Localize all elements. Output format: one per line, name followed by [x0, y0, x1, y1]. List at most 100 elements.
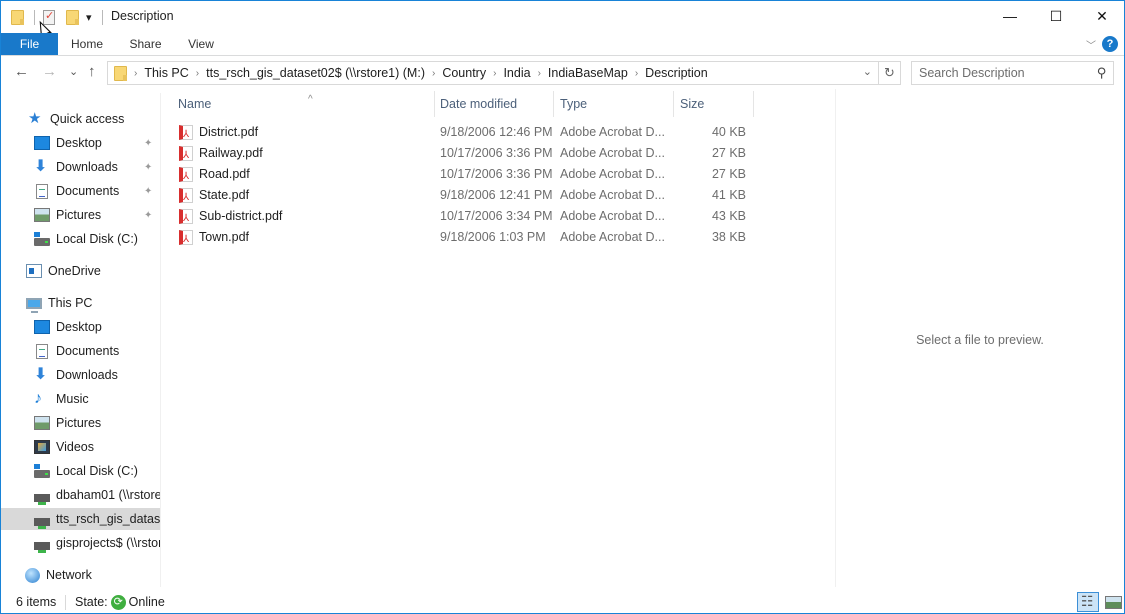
file-row[interactable]: State.pdf 9/18/2006 12:41 PM Adobe Acrob… [162, 185, 762, 208]
file-row[interactable]: Sub-district.pdf 10/17/2006 3:34 PM Adob… [162, 206, 762, 229]
pin-icon[interactable]: ✦ [144, 138, 152, 149]
pdf-file-icon [179, 145, 193, 166]
file-row[interactable]: Town.pdf 9/18/2006 1:03 PM Adobe Acrobat… [162, 227, 762, 250]
file-name: State.pdf [199, 188, 250, 202]
file-row[interactable]: District.pdf 9/18/2006 12:46 PM Adobe Ac… [162, 122, 762, 145]
breadcrumb-this-pc[interactable]: This PC [140, 66, 192, 80]
breadcrumb-india[interactable]: India [499, 66, 534, 80]
file-type: Adobe Acrobat D... [560, 167, 665, 181]
column-header-date-modified[interactable]: Date modified [434, 91, 553, 117]
maximize-button[interactable]: ☐ [1033, 1, 1079, 31]
pictures-icon [34, 208, 50, 222]
pdf-file-icon [179, 208, 193, 229]
sidebar-item-local-disk[interactable]: Local Disk (C:) [1, 228, 160, 250]
sidebar-item-desktop[interactable]: Desktop ✦ [1, 132, 160, 154]
sidebar-item-documents[interactable]: Documents ✦ [1, 180, 160, 202]
sidebar-item-downloads[interactable]: ⬇ Downloads [1, 364, 160, 386]
sidebar-item-this-pc[interactable]: This PC [1, 292, 160, 314]
status-separator [65, 595, 66, 610]
file-size: 27 KB [711, 146, 746, 160]
sidebar-item-desktop[interactable]: Desktop [1, 316, 160, 338]
file-date: 10/17/2006 3:36 PM [440, 146, 553, 160]
sidebar-item-tts-rsch-gis-dataset[interactable]: tts_rsch_gis_dataset [1, 508, 161, 530]
file-size: 43 KB [711, 209, 746, 223]
network-icon [25, 567, 40, 583]
sidebar-item-quick-access[interactable]: ★ Quick access [1, 108, 160, 130]
file-type: Adobe Acrobat D... [560, 146, 665, 160]
sidebar-item-videos[interactable]: Videos [1, 436, 160, 458]
breadcrumb-indiabasemap[interactable]: IndiaBaseMap [544, 66, 632, 80]
file-size: 38 KB [711, 230, 746, 244]
close-button[interactable]: ✕ [1079, 1, 1125, 31]
help-icon[interactable]: ? [1102, 36, 1118, 52]
sidebar-item-documents[interactable]: Documents [1, 340, 160, 362]
refresh-button[interactable]: ↻ [878, 62, 900, 84]
search-box[interactable]: ⚲ [911, 61, 1114, 85]
search-icon[interactable]: ⚲ [1097, 65, 1107, 81]
sidebar-item-label: tts_rsch_gis_dataset [56, 512, 161, 526]
new-folder-icon[interactable] [66, 8, 79, 26]
breadcrumb-separator[interactable]: › [193, 68, 202, 79]
breadcrumb-drive[interactable]: tts_rsch_gis_dataset02$ (\\rstore1) (M:) [202, 66, 429, 80]
forward-button[interactable]: → [42, 63, 57, 80]
preview-message: Select a file to preview. [916, 333, 1044, 347]
tab-file[interactable]: File [1, 33, 58, 55]
sidebar-item-local-disk[interactable]: Local Disk (C:) [1, 460, 160, 482]
column-header-type[interactable]: Type [554, 91, 673, 117]
tab-home[interactable]: Home [65, 33, 109, 55]
sidebar-item-label: Downloads [56, 160, 118, 174]
tab-view[interactable]: View [181, 33, 221, 55]
state-label: State: [75, 595, 108, 609]
sidebar-item-label: dbaham01 (\\rstore [56, 488, 161, 502]
sidebar-item-gisprojects[interactable]: gisprojects$ (\\rstor [1, 532, 160, 554]
sync-state: State: ⟳ Online [75, 595, 165, 611]
tab-share[interactable]: Share [123, 33, 168, 55]
sidebar-item-downloads[interactable]: ⬇ Downloads ✦ [1, 156, 160, 178]
expand-ribbon-icon[interactable]: ﹀ [1086, 37, 1096, 52]
sidebar-item-label: Local Disk (C:) [56, 232, 138, 246]
column-header-name[interactable]: Name ^ [172, 91, 434, 117]
breadcrumb-separator: › [134, 67, 138, 79]
search-input[interactable] [912, 62, 1082, 84]
breadcrumb-separator[interactable]: › [535, 68, 544, 79]
file-size: 27 KB [711, 167, 746, 181]
file-name: Road.pdf [199, 167, 250, 181]
address-dropdown-icon[interactable]: ⌄ [863, 65, 872, 78]
column-divider[interactable] [753, 91, 754, 117]
file-row[interactable]: Railway.pdf 10/17/2006 3:36 PM Adobe Acr… [162, 143, 762, 166]
pin-icon[interactable]: ✦ [144, 162, 152, 173]
file-row[interactable]: Road.pdf 10/17/2006 3:36 PM Adobe Acroba… [162, 164, 762, 187]
file-date: 10/17/2006 3:34 PM [440, 209, 553, 223]
large-icons-view-button[interactable] [1102, 592, 1124, 612]
sidebar-item-network[interactable]: Network [1, 564, 160, 586]
this-pc-icon [26, 297, 42, 313]
breadcrumb-description[interactable]: Description [641, 66, 712, 80]
sidebar-item-label: Videos [56, 440, 94, 454]
status-bar: 6 items State: ⟳ Online [1, 590, 1124, 614]
sort-ascending-icon: ^ [308, 94, 313, 105]
address-bar[interactable]: › This PC › tts_rsch_gis_dataset02$ (\\r… [107, 61, 901, 85]
pin-icon[interactable]: ✦ [144, 186, 152, 197]
sidebar-item-pictures[interactable]: Pictures ✦ [1, 204, 160, 226]
address-folder-icon [114, 65, 127, 81]
onedrive-icon [26, 264, 42, 278]
pin-icon[interactable]: ✦ [144, 210, 152, 221]
details-view-button[interactable] [1077, 592, 1099, 612]
breadcrumb-country[interactable]: Country [438, 66, 490, 80]
sidebar-item-dbaham01[interactable]: dbaham01 (\\rstore [1, 484, 161, 506]
sidebar-item-music[interactable]: ♪ Music [1, 388, 160, 410]
file-explorer-window: ▾ Description — ☐ ✕ File Home Share View… [0, 0, 1125, 614]
breadcrumb-separator[interactable]: › [632, 68, 641, 79]
breadcrumb-separator[interactable]: › [490, 68, 499, 79]
breadcrumb-separator[interactable]: › [429, 68, 438, 79]
customize-dropdown-icon[interactable]: ▾ [86, 8, 92, 26]
minimize-button[interactable]: — [987, 1, 1033, 31]
sidebar-item-onedrive[interactable]: OneDrive [1, 260, 160, 282]
sidebar-item-pictures[interactable]: Pictures [1, 412, 160, 434]
file-date: 10/17/2006 3:36 PM [440, 167, 553, 181]
up-button[interactable]: ↑ [88, 63, 96, 80]
column-header-size[interactable]: Size [674, 91, 753, 117]
recent-locations-button[interactable]: ⌄ [69, 65, 78, 78]
back-button[interactable]: ← [14, 63, 29, 80]
file-name: Town.pdf [199, 230, 250, 244]
